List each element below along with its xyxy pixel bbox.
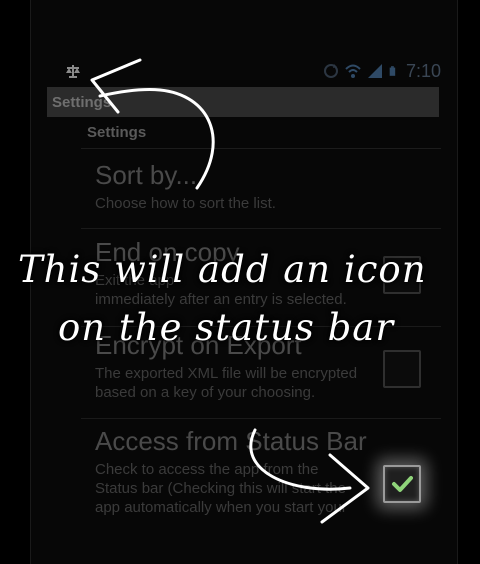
- pref-summary: Check to access the app from the Status …: [95, 460, 415, 517]
- pref-summary: Choose how to sort the list.: [95, 194, 415, 213]
- summary-line: Check to access the app from the: [95, 461, 319, 478]
- summary-line: Status bar (Checking this will start the: [95, 480, 346, 497]
- summary-line: The exported XML file will be encrypted: [95, 365, 358, 382]
- action-bar-title: Settings: [52, 94, 112, 111]
- signal-icon: [367, 64, 382, 78]
- summary-line: app automatically when you start your: [95, 499, 347, 516]
- summary-line: based on a key of your choosing.: [95, 384, 316, 401]
- pref-summary: The exported XML file will be encrypted …: [95, 364, 415, 402]
- status-icons: 7:10: [323, 60, 441, 82]
- annotation-caption-line1: This will add an icon: [18, 248, 427, 291]
- status-time: 7:10: [405, 60, 441, 81]
- wifi-icon: [345, 64, 361, 78]
- pref-sort-by[interactable]: Sort by... Choose how to sort the list.: [95, 160, 415, 213]
- app-scale-icon[interactable]: [65, 64, 81, 78]
- pref-access-from-status-bar[interactable]: Access from Status Bar Check to access t…: [95, 426, 415, 517]
- action-bar: Settings: [47, 87, 439, 117]
- pref-divider: [81, 228, 441, 229]
- category-divider: [81, 148, 441, 149]
- pref-title: Access from Status Bar: [95, 426, 367, 456]
- encrypt-on-export-checkbox[interactable]: [383, 350, 421, 388]
- access-from-status-bar-checkbox[interactable]: [383, 465, 421, 503]
- preference-category-label: Settings: [87, 124, 147, 141]
- pref-divider: [81, 418, 441, 419]
- checkmark-icon: [392, 476, 413, 492]
- status-bar: 7:10: [47, 58, 441, 84]
- pref-title: Sort by...: [95, 160, 198, 190]
- sync-icon: [323, 64, 338, 78]
- summary-line: Choose how to sort the list.: [95, 195, 276, 212]
- battery-icon: [389, 66, 396, 76]
- annotation-caption-line2: on the status bar: [58, 306, 395, 349]
